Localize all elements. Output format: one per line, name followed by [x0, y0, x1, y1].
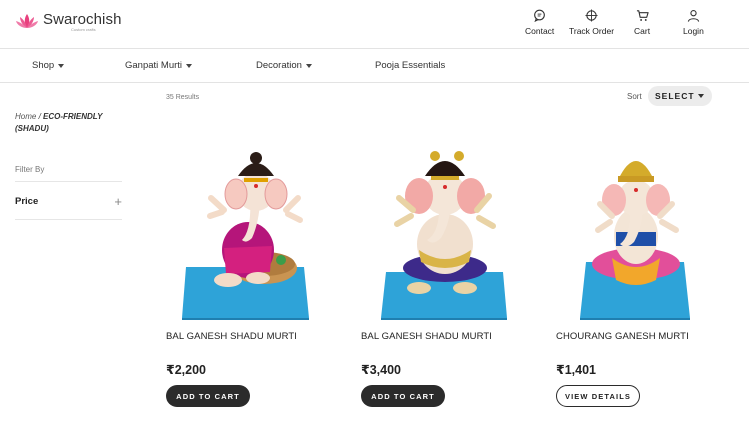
category-ganpati-murti[interactable]: Ganpati Murti	[125, 60, 193, 71]
sort-value: SELECT	[655, 91, 695, 101]
category-label: Ganpati Murti	[125, 60, 183, 71]
chevron-down-icon	[305, 63, 312, 68]
track-order-label: Track Order	[569, 26, 615, 36]
product-image[interactable]	[166, 140, 336, 320]
cart-link[interactable]: Cart	[634, 9, 650, 36]
brand-logo[interactable]: Swarochish Custom crafts	[15, 12, 122, 32]
breadcrumb-separator: /	[36, 112, 44, 121]
results-count: 35 Results	[166, 94, 200, 101]
filter-by-heading: Filter By	[15, 165, 45, 174]
product-name[interactable]: BAL GANESH SHADU MURTI	[166, 331, 297, 342]
login-label: Login	[683, 26, 704, 36]
category-label: Decoration	[256, 60, 302, 71]
product-price: ₹2,200	[166, 363, 206, 377]
sidebar-divider	[15, 219, 122, 220]
product-name[interactable]: CHOURANG GANESH MURTI	[556, 331, 689, 342]
sort-label: Sort	[627, 92, 642, 101]
chevron-down-icon	[698, 94, 704, 98]
brand-name: Swarochish	[43, 11, 122, 28]
category-pooja-essentials[interactable]: Pooja Essentials	[375, 60, 445, 71]
category-nav: Shop Ganpati Murti Decoration Pooja Esse…	[0, 50, 749, 83]
category-decoration[interactable]: Decoration	[256, 60, 312, 71]
add-to-cart-button[interactable]: ADD TO CART	[361, 385, 445, 407]
category-label: Pooja Essentials	[375, 60, 446, 71]
crosshair-icon	[585, 9, 598, 22]
contact-label: Contact	[525, 26, 555, 36]
product-price: ₹1,401	[556, 363, 596, 377]
plus-icon: +	[114, 193, 122, 209]
track-order-link[interactable]: Track Order	[569, 9, 614, 36]
chat-icon	[534, 9, 546, 22]
product-name[interactable]: BAL GANESH SHADU MURTI	[361, 331, 492, 342]
login-link[interactable]: Login	[683, 9, 704, 36]
product-price: ₹3,400	[361, 363, 401, 377]
product-image[interactable]	[361, 140, 531, 320]
sidebar-divider	[15, 181, 122, 182]
product-image[interactable]	[556, 140, 726, 320]
brand-tagline: Custom crafts	[71, 27, 96, 32]
add-to-cart-button[interactable]: ADD TO CART	[166, 385, 250, 407]
sort-dropdown[interactable]: SELECT	[648, 86, 712, 106]
chevron-down-icon	[186, 63, 193, 68]
category-shop[interactable]: Shop	[32, 60, 65, 71]
cart-icon	[636, 10, 649, 21]
lotus-icon	[16, 14, 38, 28]
price-filter-toggle[interactable]: Price +	[15, 193, 122, 209]
user-icon	[687, 10, 700, 22]
price-filter-label: Price	[15, 196, 39, 207]
cart-label: Cart	[634, 26, 651, 36]
breadcrumb-home[interactable]: Home	[15, 112, 36, 121]
breadcrumb: Home / ECO-FRIENDLY (SHADU)	[15, 111, 125, 135]
contact-link[interactable]: Contact	[525, 9, 554, 36]
category-label: Shop	[32, 60, 55, 71]
view-details-button[interactable]: VIEW DETAILS	[556, 385, 640, 407]
chevron-down-icon	[58, 63, 65, 68]
site-header: Swarochish Custom crafts Contact Track O…	[0, 0, 749, 49]
